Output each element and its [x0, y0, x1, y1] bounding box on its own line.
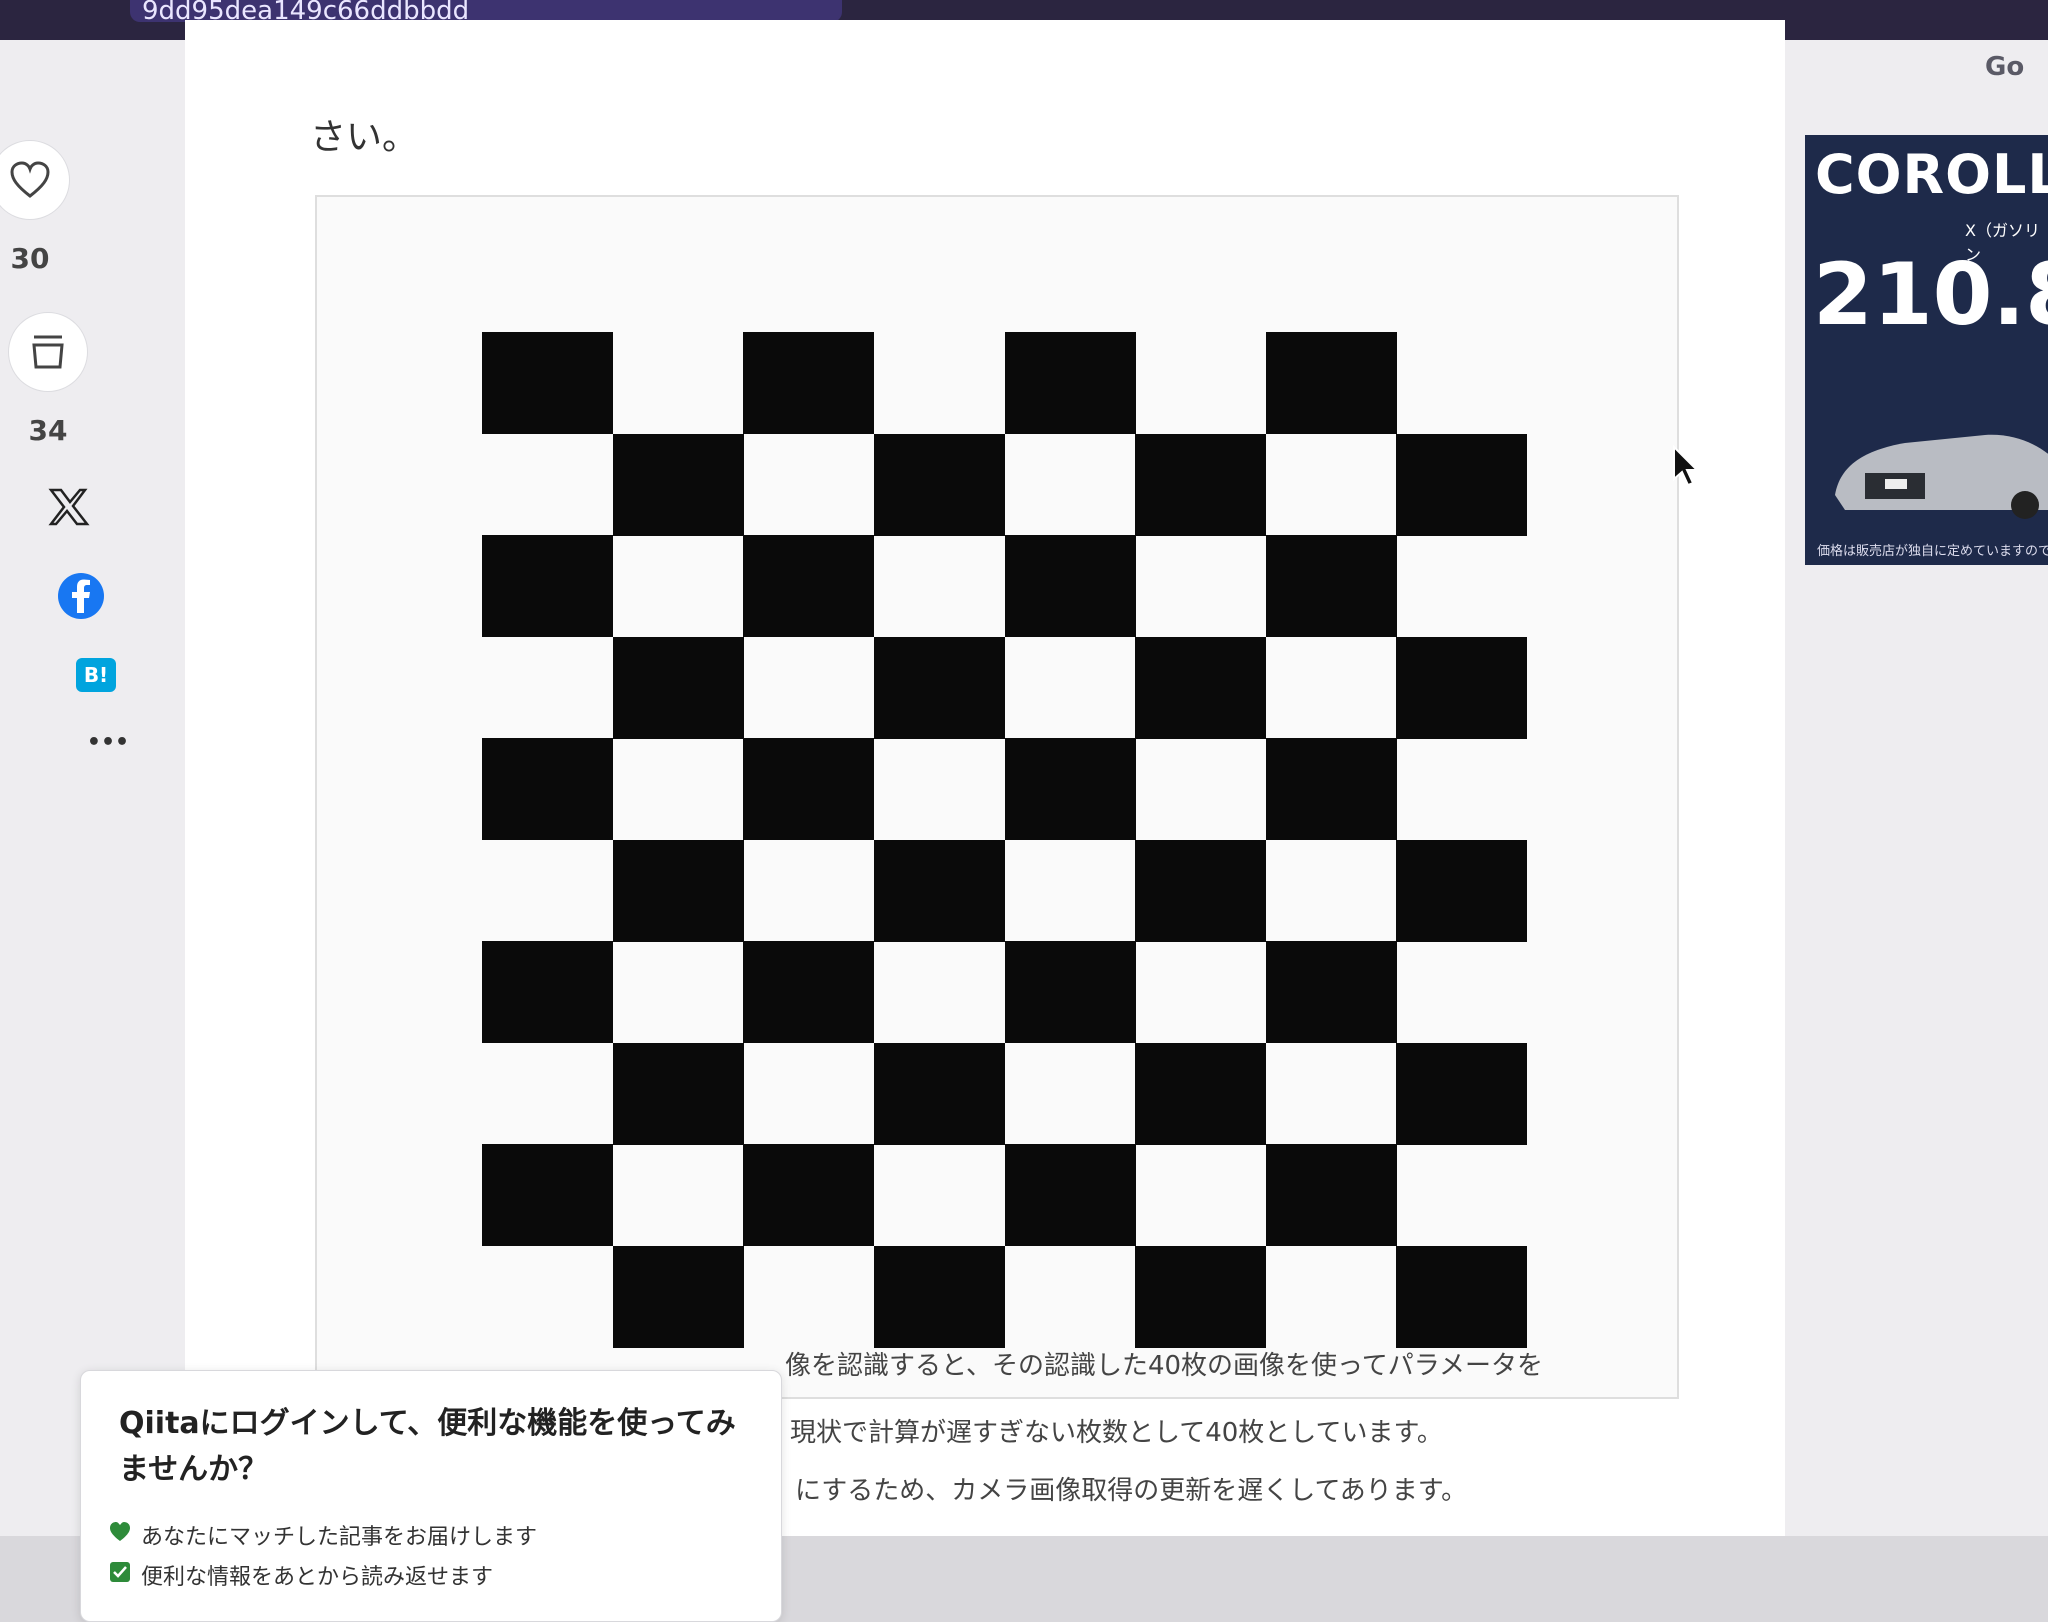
- checker-square: [1004, 535, 1136, 637]
- checker-square: [1265, 332, 1397, 434]
- qiita-page: 30 34 B! ••• さい。 像を認識すると、その認識した40枚の画像を使っ…: [0, 20, 2048, 1622]
- checker-square: [873, 1245, 1005, 1348]
- hatena-label: B!: [83, 663, 109, 687]
- checker-square: [743, 738, 875, 840]
- checker-square: [1004, 1144, 1136, 1246]
- checker-square: [1265, 535, 1397, 637]
- article-action-sidebar: 30 34 B! •••: [0, 40, 170, 1536]
- stock-count: 34: [28, 414, 68, 447]
- checker-square: [482, 738, 613, 840]
- checker-square: [612, 433, 744, 536]
- checker-square: [482, 535, 613, 637]
- x-share-icon[interactable]: [44, 482, 94, 532]
- like-button[interactable]: [0, 140, 70, 220]
- checker-square: [743, 332, 875, 434]
- checker-square: [612, 839, 744, 942]
- checker-square: [743, 941, 875, 1043]
- car-image: [1835, 434, 2048, 519]
- checker-square: [873, 433, 1005, 536]
- checker-square: [612, 636, 744, 739]
- checker-square: [1004, 941, 1136, 1043]
- checker-square: [1396, 839, 1528, 942]
- article-paragraph: 現状で計算が遅すぎない枚数として40枚としています。: [790, 1418, 1443, 1448]
- checker-square: [1135, 636, 1267, 739]
- checker-square: [482, 941, 613, 1043]
- article-paragraph: 像を認識すると、その認識した40枚の画像を使ってパラメータを: [785, 1351, 1543, 1381]
- checker-square: [743, 535, 875, 637]
- hatena-bookmark-icon[interactable]: B!: [76, 658, 116, 692]
- ad-brand: COROLL: [1815, 143, 2048, 206]
- checker-square: [612, 1042, 744, 1145]
- checkerboard-image: [482, 332, 1528, 1348]
- checker-square: [1004, 332, 1136, 434]
- checker-square: [873, 636, 1005, 739]
- stock-action: 34: [8, 312, 88, 447]
- stock-folder-icon: [32, 335, 64, 369]
- benefit-item: あなたにマッチした記事をお届けします: [110, 1519, 538, 1551]
- heart-icon: [110, 1522, 130, 1541]
- checker-square: [1004, 738, 1136, 840]
- checkerboard-figure: [315, 195, 1679, 1399]
- article-text-line: さい。: [310, 117, 419, 158]
- login-prompt-card: Qiitaにログインして、便利な機能を使ってみませんか？ あなたにマッチした記事…: [80, 1370, 782, 1622]
- like-action: 30: [0, 140, 70, 275]
- login-prompt-title: Qiitaにログインして、便利な機能を使ってみませんか？: [119, 1406, 736, 1487]
- benefit-label: あなたにマッチした記事をお届けします: [141, 1525, 538, 1550]
- checker-square: [1135, 1042, 1267, 1145]
- checker-square: [612, 1245, 744, 1348]
- benefit-item: 便利な情報をあとから読み返せます: [110, 1559, 494, 1591]
- mouse-cursor-icon: [1673, 445, 1700, 487]
- ad-price: 210.8: [1813, 245, 2048, 345]
- checker-square: [743, 1144, 875, 1246]
- checker-square: [1396, 1042, 1528, 1145]
- checker-square: [1135, 1245, 1267, 1348]
- ad-note: 価格は販売店が独自に定めていますので、詳: [1817, 544, 2048, 559]
- checkbox-icon: [110, 1562, 130, 1582]
- more-label: •••: [86, 729, 130, 755]
- checker-square: [873, 839, 1005, 942]
- checker-square: [1265, 1144, 1397, 1246]
- address-bar[interactable]: 9dd95dea149c66ddbbdd: [130, 0, 842, 22]
- go-label: Go: [1985, 52, 2025, 82]
- checker-square: [1396, 636, 1528, 739]
- go-button[interactable]: Go: [1985, 52, 2048, 92]
- checker-square: [1135, 433, 1267, 536]
- like-count: 30: [10, 242, 50, 275]
- more-options-icon[interactable]: •••: [86, 729, 130, 755]
- article-paragraph: にするため、カメラ画像取得の更新を遅くしてあります。: [795, 1476, 1468, 1506]
- checker-square: [873, 1042, 1005, 1145]
- checker-square: [1265, 941, 1397, 1043]
- stock-button[interactable]: [8, 312, 88, 392]
- facebook-share-icon[interactable]: [58, 573, 104, 619]
- checker-square: [482, 332, 613, 434]
- checker-square: [482, 1144, 613, 1246]
- heart-icon: [10, 161, 50, 198]
- checker-square: [1396, 1245, 1528, 1348]
- benefit-label: 便利な情報をあとから読み返せます: [141, 1565, 494, 1590]
- checker-square: [1135, 839, 1267, 942]
- corolla-ad-banner[interactable]: COROLL X（ガソリン 210.8 価格は販売店が独自に定めていますので、詳: [1805, 135, 2048, 565]
- article-body: さい。 像を認識すると、その認識した40枚の画像を使ってパラメータを 現状で計算…: [185, 20, 1785, 1536]
- checker-square: [1265, 738, 1397, 840]
- checker-square: [1396, 433, 1528, 536]
